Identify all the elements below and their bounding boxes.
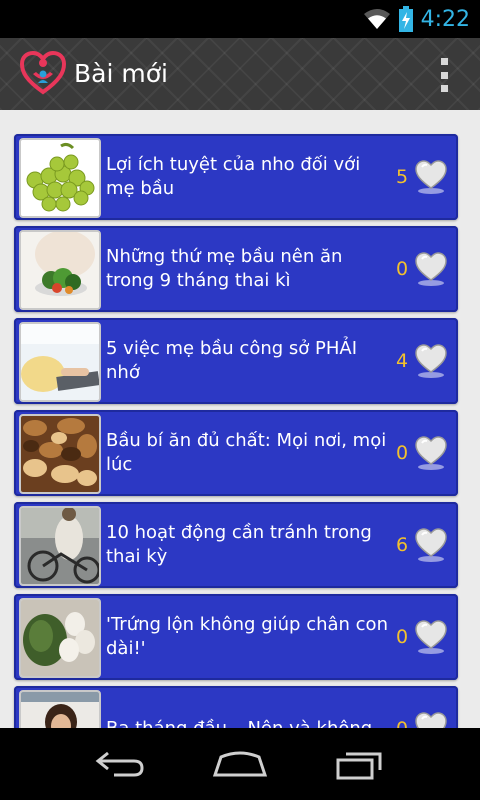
like-count: 0: [395, 442, 409, 464]
home-icon: [212, 751, 268, 777]
article-title: Những thứ mẹ bầu nên ăn trong 9 tháng th…: [106, 246, 343, 291]
article-list-container[interactable]: Lợi ích tuyệt của nho đối với mẹ bầu 5 N…: [0, 110, 480, 728]
article-thumbnail: [19, 230, 101, 310]
back-button[interactable]: [90, 742, 150, 786]
like-count: 6: [395, 534, 409, 556]
recent-apps-button[interactable]: [330, 742, 390, 786]
like-count: 5: [395, 166, 409, 188]
clock: 4:22: [420, 6, 470, 32]
article-title: Bầu bí ăn đủ chất: Mọi nơi, mọi lúc: [106, 430, 387, 475]
list-item[interactable]: 5 việc mẹ bầu công sở PHẢI nhớ 4: [14, 318, 458, 404]
article-title: 10 hoạt động cần tránh trong thai kỳ: [106, 522, 372, 567]
list-item[interactable]: 'Trứng lộn không giúp chân con dài!' 0: [14, 594, 458, 680]
heart-icon[interactable]: [414, 711, 448, 728]
article-thumbnail: [19, 414, 101, 494]
woman-with-bicycle-image: [21, 508, 99, 584]
wifi-icon: [363, 9, 390, 29]
article-thumbnail: [19, 598, 101, 678]
list-item[interactable]: Lợi ích tuyệt của nho đối với mẹ bầu 5: [14, 134, 458, 220]
grapes-image: [21, 140, 99, 216]
like-count: 0: [395, 626, 409, 648]
status-icons: 4:22: [363, 0, 470, 38]
heart-icon[interactable]: [414, 527, 448, 563]
article-title: Ba tháng đầu – Nên và không: [106, 686, 391, 728]
pregnant-woman-vegetables-image: [21, 232, 99, 308]
list-item[interactable]: Bầu bí ăn đủ chất: Mọi nơi, mọi lúc 0: [14, 410, 458, 496]
action-bar: Bài mới: [0, 38, 480, 110]
home-button[interactable]: [210, 742, 270, 786]
heart-icon[interactable]: [414, 619, 448, 655]
list-item[interactable]: 10 hoạt động cần tránh trong thai kỳ 6: [14, 502, 458, 588]
article-title: Lợi ích tuyệt của nho đối với mẹ bầu: [106, 154, 361, 199]
back-icon: [95, 751, 144, 777]
like-count: 4: [395, 350, 409, 372]
status-bar: 4:22: [0, 0, 480, 38]
article-thumbnail: [19, 690, 101, 728]
pregnant-woman-keyboard-image: [21, 324, 99, 400]
article-title: 'Trứng lộn không giúp chân con dài!': [106, 614, 388, 659]
article-list: Lợi ích tuyệt của nho đối với mẹ bầu 5 N…: [14, 134, 458, 728]
article-thumbnail: [19, 138, 101, 218]
mother-child-heart-logo[interactable]: [20, 50, 66, 96]
heart-icon[interactable]: [414, 343, 448, 379]
balut-eggs-herbs-image: [21, 600, 99, 676]
mixed-nuts-image: [21, 416, 99, 492]
overflow-menu-icon[interactable]: [436, 58, 452, 92]
list-item[interactable]: Những thứ mẹ bầu nên ăn trong 9 tháng th…: [14, 226, 458, 312]
heart-icon[interactable]: [414, 251, 448, 287]
page-title: Bài mới: [74, 59, 168, 88]
list-item[interactable]: Ba tháng đầu – Nên và không 0: [14, 686, 458, 728]
navigation-bar: [0, 728, 480, 800]
recent-apps-icon: [336, 752, 382, 780]
heart-icon[interactable]: [414, 435, 448, 471]
woman-portrait-image: [21, 692, 99, 728]
battery-charging-icon: [398, 6, 413, 32]
like-count: 0: [395, 258, 409, 280]
article-thumbnail: [19, 322, 101, 402]
heart-icon[interactable]: [414, 159, 448, 195]
like-count: 0: [392, 686, 412, 728]
article-title: 5 việc mẹ bầu công sở PHẢI nhớ: [106, 338, 358, 383]
article-thumbnail: [19, 506, 101, 586]
